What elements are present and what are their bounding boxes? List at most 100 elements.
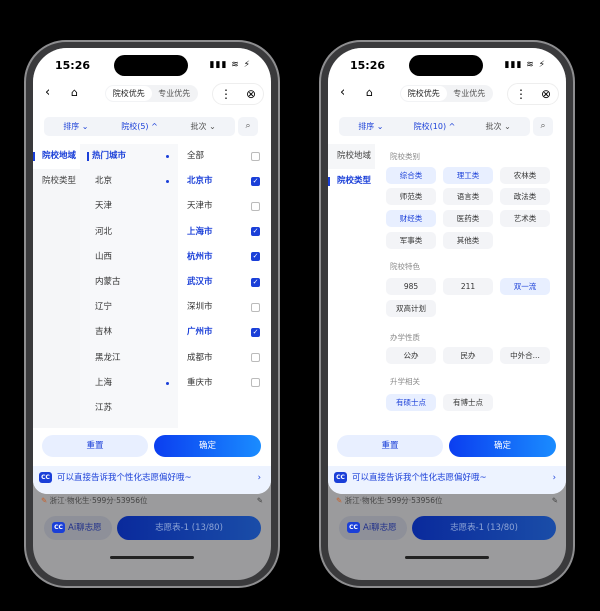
tab-major-priority[interactable]: 专业优先 (152, 86, 198, 101)
city-item[interactable]: 成都市 (187, 352, 213, 364)
category-item[interactable]: 院校地域 (337, 150, 371, 162)
filter-chip[interactable]: 财经类 (386, 210, 436, 227)
filter-school[interactable]: 院校(10) ^ (403, 121, 467, 132)
priority-toggle[interactable]: 院校优先 专业优先 (105, 85, 198, 102)
dynamic-island (409, 55, 483, 76)
ai-label: Ai聊志愿 (363, 523, 397, 533)
city-item[interactable]: 天津市 (187, 200, 213, 212)
filter-chip[interactable]: 医药类 (443, 210, 493, 227)
screen: 15:26 ▮▮▮ ≋ ⚡ ‹ ⌂ 院校优先 专业优先 ⋮ ⊗ 排序 ⌄ 院校(5) … (33, 48, 271, 580)
back-icon[interactable]: ‹ (340, 85, 345, 100)
tab-major-priority[interactable]: 专业优先 (447, 86, 493, 101)
city-item[interactable]: 深圳市 (187, 301, 213, 313)
checkbox[interactable] (251, 201, 260, 211)
score-info: ✎ 浙江·物化生·599分·53956位 ✎ (336, 494, 558, 508)
filter-sort[interactable]: 排序 ⌄ (44, 121, 108, 132)
home-icon[interactable]: ⌂ (71, 86, 78, 99)
home-icon[interactable]: ⌂ (366, 86, 373, 99)
region-item[interactable]: 上海 (95, 377, 112, 389)
filter-chip[interactable]: 军事类 (386, 232, 436, 249)
filter-chip[interactable]: 农林类 (500, 167, 550, 184)
filter-chip[interactable]: 理工类 (443, 167, 493, 184)
filter-chip[interactable]: 双高计划 (386, 300, 436, 317)
close-icon[interactable]: ⊗ (541, 87, 551, 101)
filter-batch[interactable]: 批次 ⌄ (466, 121, 530, 132)
filter-chip[interactable]: 语言类 (443, 188, 493, 205)
tip-banner[interactable]: CC 可以直接告诉我个性化志愿偏好哦~ › (33, 466, 271, 494)
search-icon[interactable]: ⌕ (533, 117, 553, 136)
status-icons: ▮▮▮ ≋ ⚡ (504, 60, 546, 70)
region-item[interactable]: 热门城市 (92, 150, 126, 162)
filter-chip[interactable]: 民办 (443, 347, 493, 364)
left-white (328, 169, 375, 428)
region-item[interactable]: 辽宁 (95, 301, 112, 313)
filter-chip[interactable]: 有硕士点 (386, 394, 436, 411)
city-item[interactable]: 杭州市 (187, 251, 213, 263)
category-item[interactable]: 院校类型 (337, 175, 371, 187)
region-item[interactable]: 河北 (95, 226, 112, 238)
checkbox[interactable] (251, 353, 260, 363)
region-item[interactable]: 内蒙古 (95, 276, 121, 288)
checkbox[interactable]: ✓ (251, 252, 260, 262)
checkbox[interactable]: ✓ (251, 227, 260, 237)
status-time: 15:26 (55, 59, 91, 72)
region-item[interactable]: 北京 (95, 175, 112, 187)
category-item[interactable]: 院校地域 (42, 150, 76, 162)
ai-chat-button[interactable]: CC Ai聊志愿 (44, 516, 112, 540)
priority-toggle[interactable]: 院校优先 专业优先 (400, 85, 493, 102)
category-item[interactable]: 院校类型 (42, 175, 76, 187)
checkbox[interactable]: ✓ (251, 277, 260, 287)
filter-school[interactable]: 院校(5) ^ (108, 121, 172, 132)
volunteer-table-button[interactable]: 志愿表-1 (13/80) (412, 516, 556, 540)
filter-chip[interactable]: 双一流 (500, 278, 550, 295)
confirm-button[interactable]: 确定 (449, 435, 556, 457)
city-item[interactable]: 北京市 (187, 175, 213, 187)
reset-button[interactable]: 重置 (42, 435, 148, 457)
reset-button[interactable]: 重置 (337, 435, 443, 457)
filter-chip[interactable]: 师范类 (386, 188, 436, 205)
checkbox[interactable] (251, 302, 260, 312)
score-info: ✎ 浙江·物化生·599分·53956位 ✎ (41, 494, 263, 508)
filter-chip[interactable]: 985 (386, 278, 436, 295)
city-item[interactable]: 全部 (187, 150, 204, 162)
city-item[interactable]: 武汉市 (187, 276, 213, 288)
city-item[interactable]: 广州市 (187, 326, 213, 338)
tab-school-priority[interactable]: 院校优先 (401, 86, 447, 101)
volunteer-table-button[interactable]: 志愿表-1 (13/80) (117, 516, 261, 540)
filter-batch[interactable]: 批次 ⌄ (171, 121, 235, 132)
tab-school-priority[interactable]: 院校优先 (106, 86, 152, 101)
close-icon[interactable]: ⊗ (246, 87, 256, 101)
search-icon[interactable]: ⌕ (238, 117, 258, 136)
filter-chip[interactable]: 政法类 (500, 188, 550, 205)
ai-chat-button[interactable]: CC Ai聊志愿 (339, 516, 407, 540)
region-item[interactable]: 江苏 (95, 402, 112, 414)
edit-icon[interactable]: ✎ (257, 494, 263, 508)
filter-chip[interactable]: 其他类 (443, 232, 493, 249)
more-icon[interactable]: ⋮ (515, 87, 527, 101)
filter-chip[interactable]: 211 (443, 278, 493, 295)
region-item[interactable]: 黑龙江 (95, 352, 121, 364)
region-item[interactable]: 吉林 (95, 326, 112, 338)
confirm-button[interactable]: 确定 (154, 435, 261, 457)
filter-sort[interactable]: 排序 ⌄ (339, 121, 403, 132)
checkbox[interactable]: ✓ (251, 327, 260, 337)
filter-chip[interactable]: 有博士点 (443, 394, 493, 411)
more-icon[interactable]: ⋮ (220, 87, 232, 101)
filter-chip[interactable]: 艺术类 (500, 210, 550, 227)
city-item[interactable]: 上海市 (187, 226, 213, 238)
region-item[interactable]: 山西 (95, 251, 112, 263)
edit-icon[interactable]: ✎ (552, 494, 558, 508)
checkbox[interactable] (251, 378, 260, 388)
capsule: ⋮ ⊗ (212, 83, 264, 105)
filter-chip[interactable]: 公办 (386, 347, 436, 364)
checkbox[interactable]: ✓ (251, 176, 260, 186)
checkbox[interactable] (251, 151, 260, 161)
filter-chip[interactable]: 中外合... (500, 347, 550, 364)
tip-banner[interactable]: CC 可以直接告诉我个性化志愿偏好哦~ › (328, 466, 566, 494)
region-item[interactable]: 天津 (95, 200, 112, 212)
tip-text: 可以直接告诉我个性化志愿偏好哦~ (352, 473, 487, 483)
city-item[interactable]: 重庆市 (187, 377, 213, 389)
tip-text: 可以直接告诉我个性化志愿偏好哦~ (57, 473, 192, 483)
back-icon[interactable]: ‹ (45, 85, 50, 100)
filter-chip[interactable]: 综合类 (386, 167, 436, 184)
